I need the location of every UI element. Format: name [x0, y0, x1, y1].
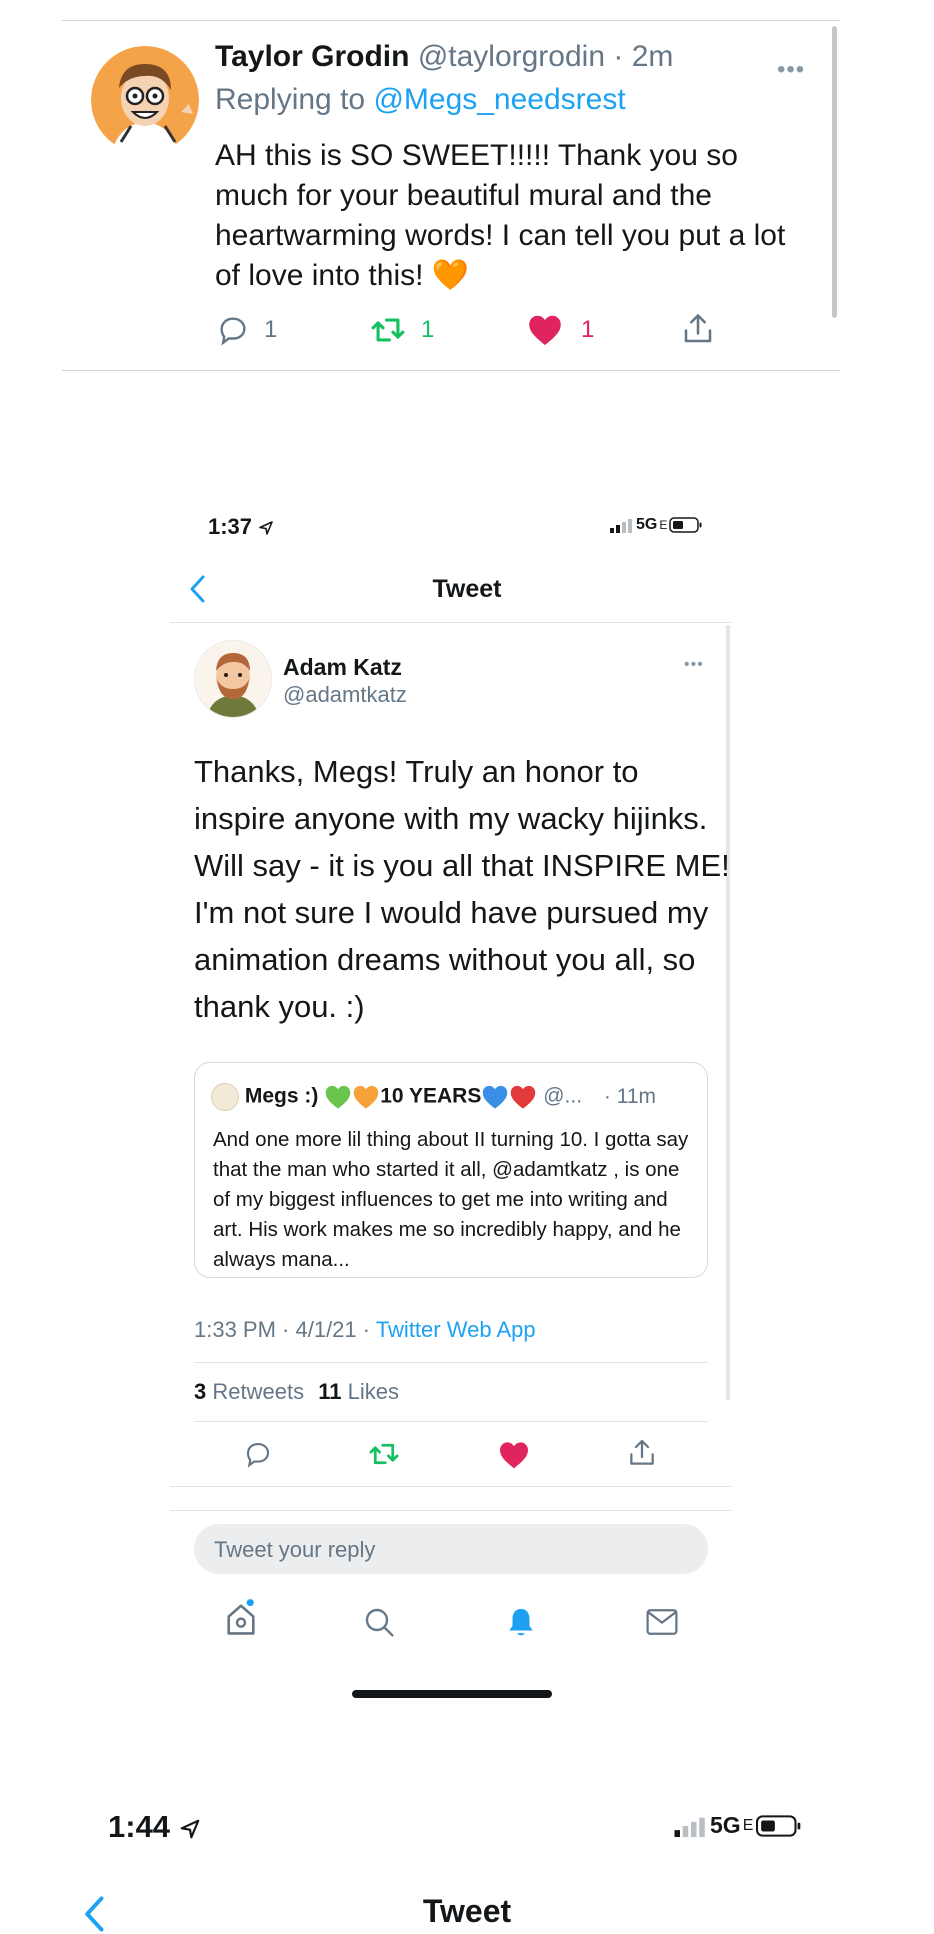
retweet-button[interactable]: 1 — [369, 313, 434, 347]
reply-icon — [216, 313, 250, 347]
reply-area-divider — [170, 1510, 732, 1511]
like-button[interactable]: 1 — [527, 313, 594, 347]
heart-icon — [498, 1440, 530, 1470]
network-suffix: E — [742, 1816, 754, 1834]
retweet-count: 1 — [421, 316, 435, 343]
top-bottom-divider — [62, 370, 840, 371]
more-options-icon[interactable]: ••• — [777, 56, 805, 84]
top-divider — [62, 20, 840, 21]
author-handle[interactable]: @taylorgrodin — [418, 40, 605, 73]
tweet-metadata: 1:33 PM · 4/1/21 · Twitter Web App — [194, 1317, 536, 1343]
blue-heart-icon — [481, 1084, 509, 1110]
battery-icon — [755, 1814, 803, 1837]
like-button[interactable] — [498, 1440, 530, 1470]
replying-prefix: Replying to — [215, 83, 366, 116]
network-label: 5G — [710, 1812, 741, 1838]
tab-messages[interactable] — [645, 1607, 679, 1637]
tab-home[interactable] — [222, 1598, 260, 1638]
more-options-icon[interactable]: ••• — [684, 656, 704, 674]
quoted-author-name-mid: 10 YEARS — [380, 1084, 482, 1108]
network-label: 5G — [636, 516, 658, 533]
stats-divider — [194, 1421, 708, 1422]
reply-button[interactable] — [243, 1439, 273, 1469]
status-bar-time: 1:44 — [108, 1809, 201, 1845]
status-time-text: 1:44 — [108, 1809, 171, 1844]
replying-handle-link[interactable]: @Megs_needsrest — [373, 83, 625, 116]
quoted-avatar — [211, 1083, 239, 1111]
retweets-label: Retweets — [212, 1379, 305, 1404]
tweet-time: 2m — [631, 40, 674, 73]
share-icon — [680, 311, 716, 347]
retweet-icon — [367, 1439, 401, 1469]
nav-title: Tweet — [422, 1893, 512, 1929]
likes-count: 11 — [318, 1379, 342, 1404]
home-icon — [222, 1598, 260, 1638]
share-icon — [626, 1437, 658, 1469]
replying-to: Replying to @Megs_needsrest — [215, 83, 626, 117]
network-suffix: E — [659, 518, 668, 532]
battery-icon — [669, 517, 703, 533]
status-time-text: 1:37 — [208, 514, 253, 539]
tweet-text: AH this is SO SWEET!!!!! Thank you so mu… — [215, 136, 815, 296]
orange-heart-emoji: 🧡 — [431, 259, 470, 292]
author-name-text: Taylor Grodin — [215, 40, 410, 73]
retweets-count: 3 — [194, 1379, 207, 1404]
quoted-tweet-card[interactable]: Megs :) 10 YEARS @... · 11m And one more… — [194, 1062, 708, 1278]
orange-heart-icon — [352, 1084, 380, 1110]
home-indicator[interactable] — [352, 1690, 552, 1698]
meta-divider — [194, 1362, 708, 1363]
author-name[interactable]: Taylor Grodin @taylorgrodin · 2m — [215, 40, 673, 74]
avatar[interactable] — [194, 640, 272, 718]
reply-input[interactable]: Tweet your reply — [194, 1524, 708, 1574]
avatar[interactable] — [91, 46, 199, 154]
scrollbar[interactable] — [832, 26, 837, 318]
tab-notifications[interactable] — [505, 1605, 537, 1639]
quoted-tweet-time: · 11m — [603, 1084, 656, 1108]
location-arrow-icon — [258, 520, 274, 536]
location-arrow-icon — [179, 1818, 201, 1840]
tweet-stats: 3 Retweets 11 Likes — [194, 1379, 399, 1405]
retweet-icon — [369, 313, 407, 347]
heart-icon — [527, 313, 563, 347]
tweet-text: Thanks, Megs! Truly an honor to inspire … — [194, 754, 730, 1024]
likes-label: Likes — [347, 1379, 399, 1404]
author-name[interactable]: Adam Katz — [283, 654, 402, 681]
status-bar-time: 1:37 — [208, 514, 274, 540]
bell-icon — [505, 1605, 537, 1639]
nav-title: Tweet — [432, 575, 502, 603]
tweet-source-link[interactable]: Twitter Web App — [376, 1317, 536, 1342]
nav-divider — [170, 622, 732, 623]
share-button[interactable] — [680, 311, 716, 347]
tweet-text-content: AH this is SO SWEET!!!!! Thank you so mu… — [215, 139, 786, 292]
mail-icon — [645, 1607, 679, 1637]
reply-button[interactable]: 1 — [216, 313, 277, 347]
reply-icon — [243, 1439, 273, 1469]
share-button[interactable] — [626, 1437, 658, 1469]
red-heart-icon — [509, 1084, 537, 1110]
reply-count: 1 — [264, 316, 278, 343]
tab-search[interactable] — [363, 1606, 395, 1638]
retweets-stat[interactable]: 3 Retweets — [194, 1379, 304, 1404]
quoted-author-handle: @... — [543, 1084, 583, 1108]
search-icon — [363, 1606, 395, 1638]
quoted-author-name: Megs :) — [244, 1084, 319, 1108]
author-handle[interactable]: @adamtkatz — [283, 682, 407, 708]
likes-stat[interactable]: 11 Likes — [318, 1379, 399, 1404]
status-bar-indicators: 5G E — [674, 1812, 803, 1839]
separator: · — [613, 40, 624, 73]
quoted-tweet-text: And one more lil thing about II turning … — [213, 1128, 689, 1271]
signal-icon — [674, 1815, 708, 1837]
status-bar-indicators: 5G E — [610, 516, 703, 534]
quoted-tweet-header: Megs :) 10 YEARS @... · 11m — [211, 1083, 656, 1111]
like-count: 1 — [581, 316, 595, 343]
signal-icon — [610, 517, 634, 533]
green-heart-icon — [324, 1084, 352, 1110]
tweet-timestamp: 1:33 PM · 4/1/21 · — [194, 1317, 376, 1342]
retweet-button[interactable] — [367, 1439, 401, 1469]
actions-divider — [170, 1486, 732, 1487]
